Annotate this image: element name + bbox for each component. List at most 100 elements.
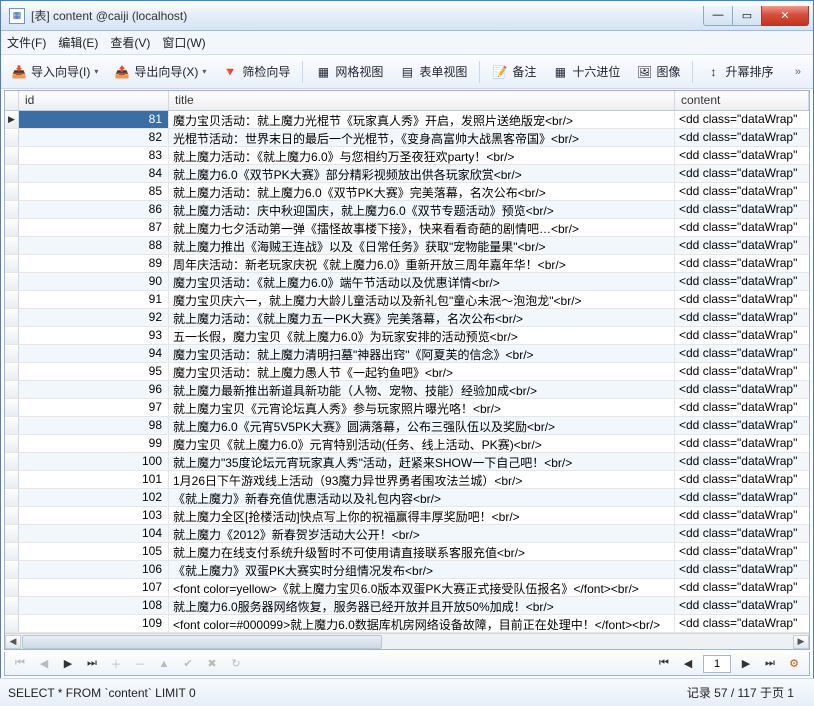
cell-title[interactable]: 1月26日下午游戏线上活动（93魔力异世界勇者围攻法兰城）<br/> xyxy=(169,471,675,488)
menu-edit[interactable]: 编辑(E) xyxy=(58,34,98,51)
nav-next-button[interactable]: ▶ xyxy=(59,655,77,673)
cell-title[interactable]: 就上魔力6.0《双节PK大赛》部分精彩视频放出供各玩家欣赏<br/> xyxy=(169,165,675,182)
cell-content[interactable]: <dd class="dataWrap" xyxy=(675,381,809,398)
cell-content[interactable]: <dd class="dataWrap" xyxy=(675,147,809,164)
cell-title[interactable]: 就上魔力"35度论坛元宵玩家真人秀"活动，赶紧来SHOW一下自己吧！<br/> xyxy=(169,453,675,470)
cell-content[interactable]: <dd class="dataWrap" xyxy=(675,507,809,524)
scroll-track[interactable] xyxy=(22,635,792,649)
table-row[interactable]: 91魔力宝贝庆六一，就上魔力大龄儿童活动以及新礼包"童心未泯～泡泡龙"<br/>… xyxy=(5,291,809,309)
nav-add-button[interactable]: ＋ xyxy=(107,655,125,673)
cell-id[interactable]: 89 xyxy=(19,255,169,272)
cell-content[interactable]: <dd class="dataWrap" xyxy=(675,525,809,542)
cell-id[interactable]: 92 xyxy=(19,309,169,326)
cell-id[interactable]: 100 xyxy=(19,453,169,470)
row-selector[interactable] xyxy=(5,327,19,344)
page-first-button[interactable]: ⏮ xyxy=(655,655,673,673)
row-selector[interactable] xyxy=(5,381,19,398)
cell-id[interactable]: 105 xyxy=(19,543,169,560)
cell-title[interactable]: 就上魔力6.0服务器网络恢复，服务器已经开放并且开放50%加成！<br/> xyxy=(169,597,675,614)
nav-first-button[interactable]: ⏮ xyxy=(11,655,29,673)
cell-id[interactable]: 87 xyxy=(19,219,169,236)
cell-title[interactable]: <font color=yellow>《就上魔力宝贝6.0版本双蛋PK大赛正式接… xyxy=(169,579,675,596)
row-selector[interactable] xyxy=(5,129,19,146)
cell-title[interactable]: 就上魔力七夕活动第一弹《擂怪故事楼下接》，快来看看奇葩的剧情吧…<br/> xyxy=(169,219,675,236)
nav-cancel-button[interactable]: ✖ xyxy=(203,655,221,673)
cell-content[interactable]: <dd class="dataWrap" xyxy=(675,183,809,200)
menu-view[interactable]: 查看(V) xyxy=(110,34,150,51)
table-row[interactable]: 100就上魔力"35度论坛元宵玩家真人秀"活动，赶紧来SHOW一下自己吧！<br… xyxy=(5,453,809,471)
cell-id[interactable]: 82 xyxy=(19,129,169,146)
row-selector[interactable] xyxy=(5,273,19,290)
cell-content[interactable]: <dd class="dataWrap" xyxy=(675,363,809,380)
cell-content[interactable]: <dd class="dataWrap" xyxy=(675,345,809,362)
table-row[interactable]: 84就上魔力6.0《双节PK大赛》部分精彩视频放出供各玩家欣赏<br/><dd … xyxy=(5,165,809,183)
image-button[interactable]: 🖼图像 xyxy=(632,61,684,82)
cell-content[interactable]: <dd class="dataWrap" xyxy=(675,273,809,290)
settings-icon[interactable]: ⚙ xyxy=(785,655,803,673)
cell-id[interactable]: 96 xyxy=(19,381,169,398)
table-row[interactable]: 82光棍节活动：世界末日的最后一个光棍节，《变身高富帅大战黑客帝国》<br/><… xyxy=(5,129,809,147)
cell-id[interactable]: 93 xyxy=(19,327,169,344)
row-selector[interactable] xyxy=(5,471,19,488)
cell-id[interactable]: 94 xyxy=(19,345,169,362)
cell-title[interactable]: <font color=#000099>就上魔力6.0数据库机房网络设备故障，目… xyxy=(169,615,675,632)
cell-content[interactable]: <dd class="dataWrap" xyxy=(675,237,809,254)
table-row[interactable]: 88就上魔力推出《海贼王连战》以及《日常任务》获取"宠物能量果"<br/><dd… xyxy=(5,237,809,255)
row-selector[interactable] xyxy=(5,543,19,560)
page-next-button[interactable]: ▶ xyxy=(737,655,755,673)
scroll-right-icon[interactable]: ▶ xyxy=(793,635,809,649)
cell-content[interactable]: <dd class="dataWrap" xyxy=(675,471,809,488)
cell-content[interactable]: <dd class="dataWrap" xyxy=(675,597,809,614)
cell-title[interactable]: 五一长假，魔力宝贝《就上魔力6.0》为玩家安排的活动预览<br/> xyxy=(169,327,675,344)
export-wizard-button[interactable]: 📤导出向导(X)▾ xyxy=(110,61,210,82)
cell-title[interactable]: 就上魔力活动：就上魔力6.0《双节PK大赛》完美落幕，名次公布<br/> xyxy=(169,183,675,200)
row-selector[interactable] xyxy=(5,255,19,272)
cell-title[interactable]: 《就上魔力》新春充值优惠活动以及礼包内容<br/> xyxy=(169,489,675,506)
cell-title[interactable]: 魔力宝贝活动：就上魔力清明扫墓"神器出窍"《阿夏芙的信念》<br/> xyxy=(169,345,675,362)
table-row[interactable]: 102《就上魔力》新春充值优惠活动以及礼包内容<br/><dd class="d… xyxy=(5,489,809,507)
nav-prev-button[interactable]: ◀ xyxy=(35,655,53,673)
row-selector[interactable] xyxy=(5,147,19,164)
cell-title[interactable]: 就上魔力最新推出新道具新功能（人物、宠物、技能）经验加成<br/> xyxy=(169,381,675,398)
page-prev-button[interactable]: ◀ xyxy=(679,655,697,673)
page-last-button[interactable]: ⏭ xyxy=(761,655,779,673)
cell-id[interactable]: 81 xyxy=(19,111,169,128)
cell-content[interactable]: <dd class="dataWrap" xyxy=(675,165,809,182)
cell-title[interactable]: 就上魔力全区[抢楼活动]快点写上你的祝福赢得丰厚奖励吧！<br/> xyxy=(169,507,675,524)
cell-content[interactable]: <dd class="dataWrap" xyxy=(675,453,809,470)
nav-refresh-button[interactable]: ↻ xyxy=(227,655,245,673)
cell-title[interactable]: 就上魔力活动：《就上魔力五一PK大赛》完美落幕，名次公布<br/> xyxy=(169,309,675,326)
cell-id[interactable]: 88 xyxy=(19,237,169,254)
toolbar-overflow[interactable]: » xyxy=(789,66,807,78)
cell-title[interactable]: 魔力宝贝活动：就上魔力愚人节《一起钓鱼吧》<br/> xyxy=(169,363,675,380)
filter-wizard-button[interactable]: 🔻筛检向导 xyxy=(218,61,294,82)
maximize-button[interactable]: ▭ xyxy=(732,6,762,26)
table-row[interactable]: 83就上魔力活动：《就上魔力6.0》与您相约万圣夜狂欢party！<br/><d… xyxy=(5,147,809,165)
cell-title[interactable]: 魔力宝贝活动：《就上魔力6.0》端午节活动以及优惠详情<br/> xyxy=(169,273,675,290)
cell-id[interactable]: 104 xyxy=(19,525,169,542)
grid-view-button[interactable]: ▦网格视图 xyxy=(311,61,387,82)
table-row[interactable]: 86就上魔力活动：庆中秋迎国庆，就上魔力6.0《双节专题活动》预览<br/><d… xyxy=(5,201,809,219)
scroll-left-icon[interactable]: ◀ xyxy=(5,635,21,649)
cell-content[interactable]: <dd class="dataWrap" xyxy=(675,579,809,596)
import-wizard-button[interactable]: 📥导入向导(I)▾ xyxy=(7,61,102,82)
cell-content[interactable]: <dd class="dataWrap" xyxy=(675,309,809,326)
cell-content[interactable]: <dd class="dataWrap" xyxy=(675,489,809,506)
table-row[interactable]: 97就上魔力宝贝《元宵论坛真人秀》参与玩家照片曝光咯！<br/><dd clas… xyxy=(5,399,809,417)
cell-id[interactable]: 99 xyxy=(19,435,169,452)
cell-id[interactable]: 83 xyxy=(19,147,169,164)
table-row[interactable]: 87就上魔力七夕活动第一弹《擂怪故事楼下接》，快来看看奇葩的剧情吧…<br/><… xyxy=(5,219,809,237)
row-selector[interactable] xyxy=(5,237,19,254)
cell-content[interactable]: <dd class="dataWrap" xyxy=(675,327,809,344)
scroll-thumb[interactable] xyxy=(22,635,382,649)
cell-content[interactable]: <dd class="dataWrap" xyxy=(675,201,809,218)
cell-content[interactable]: <dd class="dataWrap" xyxy=(675,291,809,308)
row-selector[interactable] xyxy=(5,183,19,200)
nav-last-button[interactable]: ⏭ xyxy=(83,655,101,673)
minimize-button[interactable]: — xyxy=(703,6,733,26)
cell-id[interactable]: 98 xyxy=(19,417,169,434)
table-row[interactable]: 98就上魔力6.0《元宵5V5PK大赛》圆满落幕，公布三强队伍以及奖励<br/>… xyxy=(5,417,809,435)
row-selector[interactable] xyxy=(5,561,19,578)
table-row[interactable]: 96就上魔力最新推出新道具新功能（人物、宠物、技能）经验加成<br/><dd c… xyxy=(5,381,809,399)
cell-title[interactable]: 就上魔力6.0《元宵5V5PK大赛》圆满落幕，公布三强队伍以及奖励<br/> xyxy=(169,417,675,434)
